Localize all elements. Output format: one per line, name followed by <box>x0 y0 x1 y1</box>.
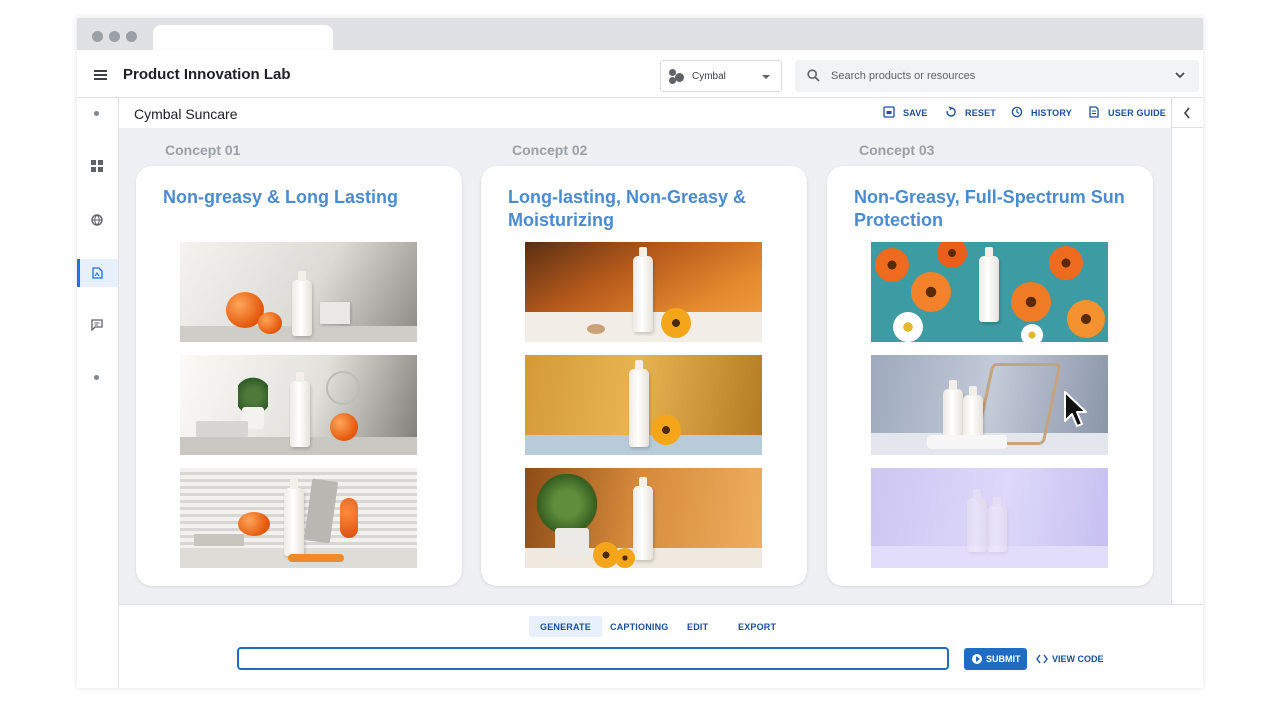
rail-item-image-file[interactable] <box>77 259 118 287</box>
collapse-panel-button[interactable] <box>1172 98 1203 128</box>
app-header: Product Innovation Lab Cymbal Search pro… <box>77 50 1203 98</box>
rail-item-bottom[interactable] <box>77 364 118 392</box>
search-input-placeholder: Search products or resources <box>831 70 976 82</box>
concept-image[interactable] <box>180 242 417 342</box>
concept-image[interactable] <box>525 468 762 568</box>
tab-generate[interactable]: GENERATE <box>529 616 602 637</box>
save-icon <box>883 106 895 118</box>
history-icon <box>1011 106 1023 118</box>
mouse-pointer-icon <box>1064 391 1087 427</box>
reset-label: RESET <box>965 108 997 118</box>
dot-icon <box>94 111 99 116</box>
concept-card: Non-Greasy, Full-Spectrum Sun Protection <box>827 166 1153 586</box>
project-title: Cymbal Suncare <box>134 106 238 122</box>
browser-chrome <box>77 18 1203 50</box>
feedback-icon <box>91 319 103 331</box>
history-label: HISTORY <box>1031 108 1072 118</box>
window-maximize-dot[interactable] <box>126 31 137 42</box>
reset-icon <box>946 106 956 117</box>
concept-label: Concept 03 <box>859 142 935 158</box>
rail-item-grid[interactable] <box>77 152 118 180</box>
tab-export[interactable]: EXPORT <box>727 616 787 637</box>
window-minimize-dot[interactable] <box>109 31 120 42</box>
code-icon <box>1036 654 1048 664</box>
window-close-dot[interactable] <box>92 31 103 42</box>
left-nav-rail <box>77 98 119 688</box>
submit-button[interactable]: SUBMIT <box>964 648 1027 670</box>
search-bar[interactable]: Search products or resources <box>795 60 1199 92</box>
search-icon <box>807 69 820 82</box>
concept-image[interactable] <box>871 468 1108 568</box>
concept-title: Non-greasy & Long Lasting <box>163 187 399 207</box>
play-icon <box>972 654 982 664</box>
rail-item-top[interactable] <box>77 100 118 128</box>
dropdown-caret-icon <box>762 75 770 79</box>
browser-tab[interactable] <box>153 25 333 50</box>
concept-label: Concept 01 <box>165 142 241 158</box>
submit-label: SUBMIT <box>986 654 1021 664</box>
concept-image[interactable] <box>525 355 762 455</box>
document-icon <box>1089 106 1099 118</box>
app-title: Product Innovation Lab <box>123 66 291 83</box>
rail-item-feedback[interactable] <box>77 311 118 339</box>
concept-image[interactable] <box>180 355 417 455</box>
cymbal-logo-icon <box>669 69 685 85</box>
rail-item-globe[interactable] <box>77 206 118 234</box>
globe-icon <box>91 214 103 226</box>
tab-captioning[interactable]: CAPTIONING <box>599 616 680 637</box>
chevron-down-icon[interactable] <box>1175 70 1185 80</box>
grid-icon <box>91 160 103 172</box>
concept-label: Concept 02 <box>512 142 588 158</box>
brand-select[interactable]: Cymbal <box>660 60 782 92</box>
concept-title: Non-Greasy, Full-Spectrum Sun Protection <box>854 187 1125 230</box>
tab-edit[interactable]: EDIT <box>676 616 719 637</box>
hamburger-menu-icon[interactable] <box>94 70 107 80</box>
browser-window: Product Innovation Lab Cymbal Search pro… <box>77 18 1203 688</box>
concept-card: Long-lasting, Non-Greasy & Moisturizing <box>481 166 807 586</box>
image-file-icon <box>92 267 103 279</box>
concept-image[interactable] <box>525 242 762 342</box>
concept-image[interactable] <box>871 242 1108 342</box>
concept-image[interactable] <box>180 468 417 568</box>
view-code-label: VIEW CODE <box>1052 654 1104 664</box>
right-side-panel <box>1171 98 1203 604</box>
dot-icon <box>94 375 99 380</box>
project-header: Cymbal Suncare SAVE RESET HISTORY USER G… <box>119 98 1171 128</box>
concept-title: Long-lasting, Non-Greasy & Moisturizing <box>508 187 747 230</box>
prompt-panel: GENERATE CAPTIONING EDIT EXPORT SUBMIT V… <box>119 604 1203 688</box>
brand-select-value: Cymbal <box>692 71 726 82</box>
chevron-left-icon <box>1183 107 1190 119</box>
concepts-canvas: Concept 01 Non-greasy & Long Lasting Con… <box>119 128 1171 604</box>
concept-card: Non-greasy & Long Lasting <box>136 166 462 586</box>
prompt-input[interactable] <box>237 647 949 670</box>
user-guide-label: USER GUIDE <box>1108 108 1167 118</box>
save-label: SAVE <box>903 108 928 118</box>
